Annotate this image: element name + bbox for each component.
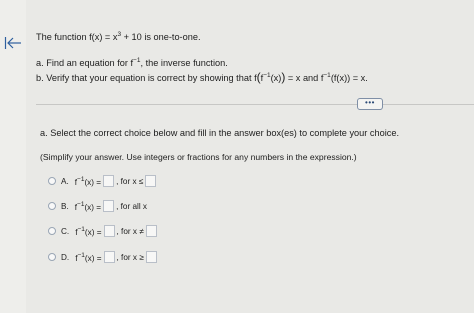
choice-fn: f−1(x) = — [75, 251, 102, 263]
back-arrow-icon[interactable] — [4, 36, 22, 50]
choice-fn: f−1(x) = — [75, 225, 102, 237]
choice-b[interactable]: B. f−1(x) = , for all x — [48, 199, 147, 213]
more-options-button[interactable]: ••• — [357, 98, 383, 110]
choice-condition: , for x ≠ — [116, 226, 144, 236]
radio-button[interactable] — [48, 227, 56, 235]
radio-button[interactable] — [48, 177, 56, 185]
answer-box-value[interactable] — [145, 225, 157, 237]
section-divider — [36, 104, 474, 105]
choice-letter: D. — [61, 252, 70, 262]
choice-condition: , for all x — [116, 201, 148, 211]
answer-box-expression[interactable] — [103, 251, 115, 263]
answer-note: (Simplify your answer. Use integers or f… — [40, 152, 357, 162]
part-b-text: b. Verify that your equation is correct … — [36, 70, 368, 84]
choice-c[interactable]: C. f−1(x) = , for x ≠ — [48, 224, 159, 238]
choice-d[interactable]: D. f−1(x) = , for x ≥ — [48, 250, 159, 264]
answer-box-value[interactable] — [145, 251, 157, 263]
radio-button[interactable] — [48, 253, 56, 261]
answer-instruction: a. Select the correct choice below and f… — [40, 128, 400, 138]
answer-box-expression[interactable] — [103, 175, 115, 187]
choice-letter: A. — [61, 176, 69, 186]
choice-condition: , for x ≤ — [116, 176, 144, 186]
problem-statement: The function f(x) = x3 + 10 is one-to-on… — [36, 31, 201, 42]
choice-letter: C. — [61, 226, 70, 236]
choice-fn: f−1(x) = — [74, 175, 102, 187]
part-a-text: a. Find an equation for f−1, the inverse… — [36, 57, 228, 68]
answer-box-value[interactable] — [145, 175, 157, 187]
left-sidebar — [0, 0, 26, 313]
choice-condition: , for x ≥ — [116, 252, 144, 262]
choice-letter: B. — [61, 201, 69, 211]
choice-a[interactable]: A. f−1(x) = , for x ≤ — [48, 174, 158, 188]
answer-box-expression[interactable] — [103, 200, 115, 212]
radio-button[interactable] — [48, 202, 56, 210]
choice-fn: f−1(x) = — [74, 200, 102, 212]
question-content: The function f(x) = x3 + 10 is one-to-on… — [26, 0, 474, 313]
answer-box-expression[interactable] — [103, 225, 115, 237]
